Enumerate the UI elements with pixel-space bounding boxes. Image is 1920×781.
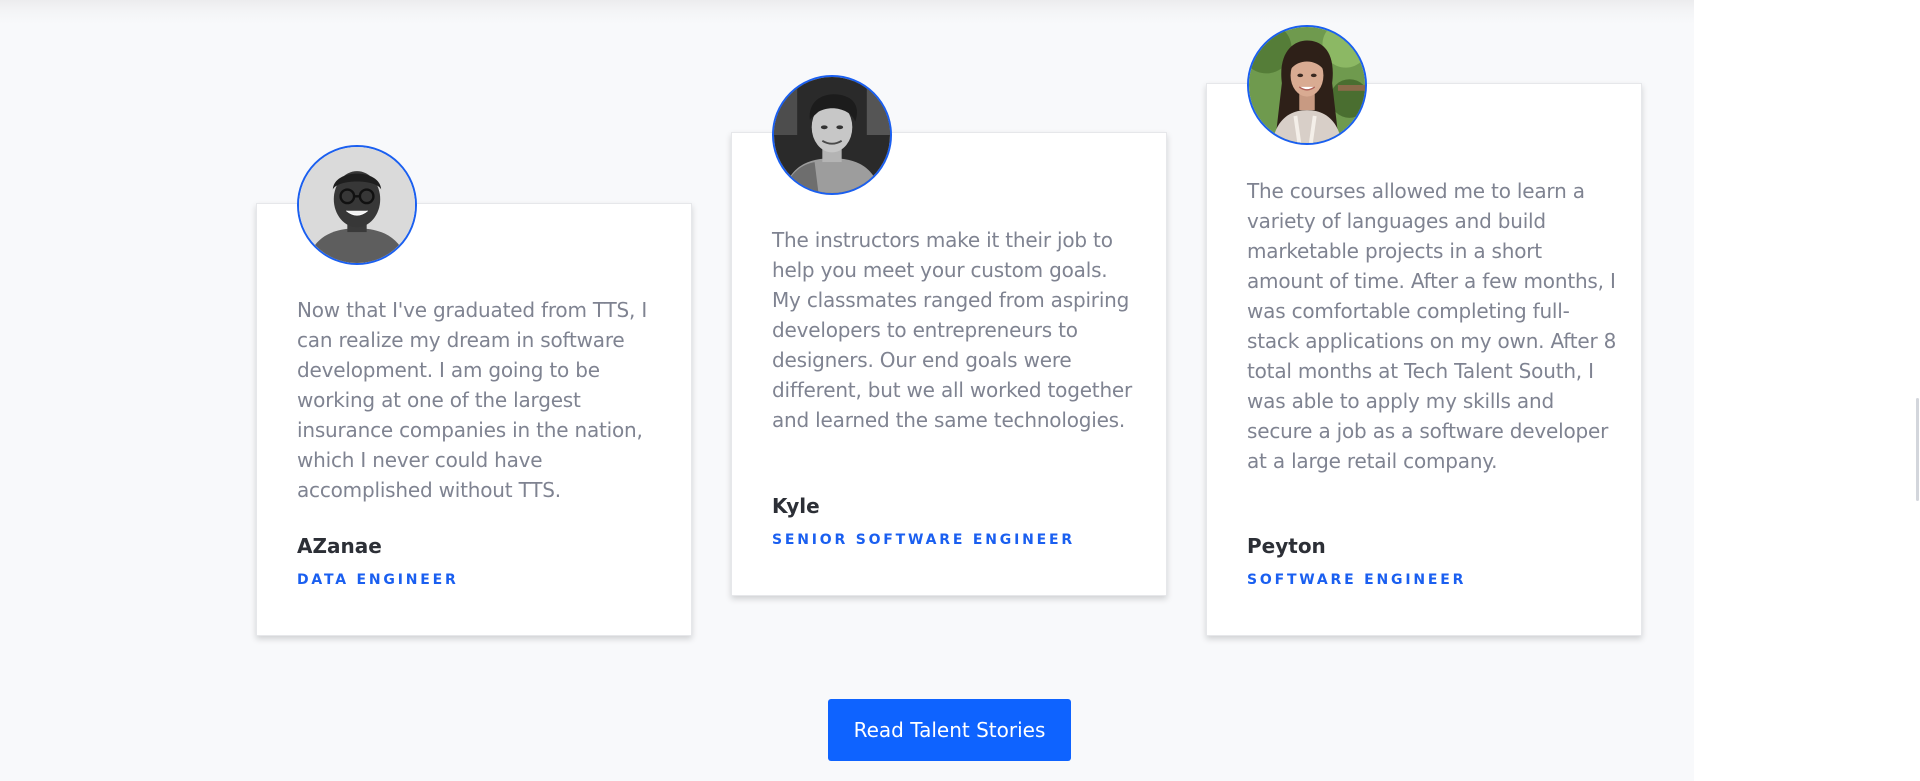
testimonial-quote: The courses allowed me to learn a variet… [1247,179,1617,473]
testimonial-quote: The instructors make it their job to hel… [772,228,1133,432]
testimonial-name: AZanae [297,534,382,558]
testimonial-quote: Now that I've graduated from TTS, I can … [297,298,648,502]
scrollbar-thumb[interactable] [1916,398,1919,501]
avatar-peyton [1247,25,1367,145]
header-shadow [0,0,1694,24]
testimonial-role: SENIOR SOFTWARE ENGINEER [772,532,1075,548]
avatar-kyle-portrait [774,77,890,193]
avatar-azanae [297,145,417,265]
avatar-kyle [772,75,892,195]
testimonial-role: SOFTWARE ENGINEER [1247,572,1467,588]
testimonial-role: DATA ENGINEER [297,572,459,588]
testimonials-section: Now that I've graduated from TTS, I can … [0,0,1694,781]
avatar-peyton-portrait [1249,27,1365,143]
testimonial-name: Kyle [772,494,820,518]
read-talent-stories-button[interactable]: Read Talent Stories [828,699,1071,761]
testimonial-name: Peyton [1247,534,1326,558]
avatar-azanae-portrait [299,147,415,263]
